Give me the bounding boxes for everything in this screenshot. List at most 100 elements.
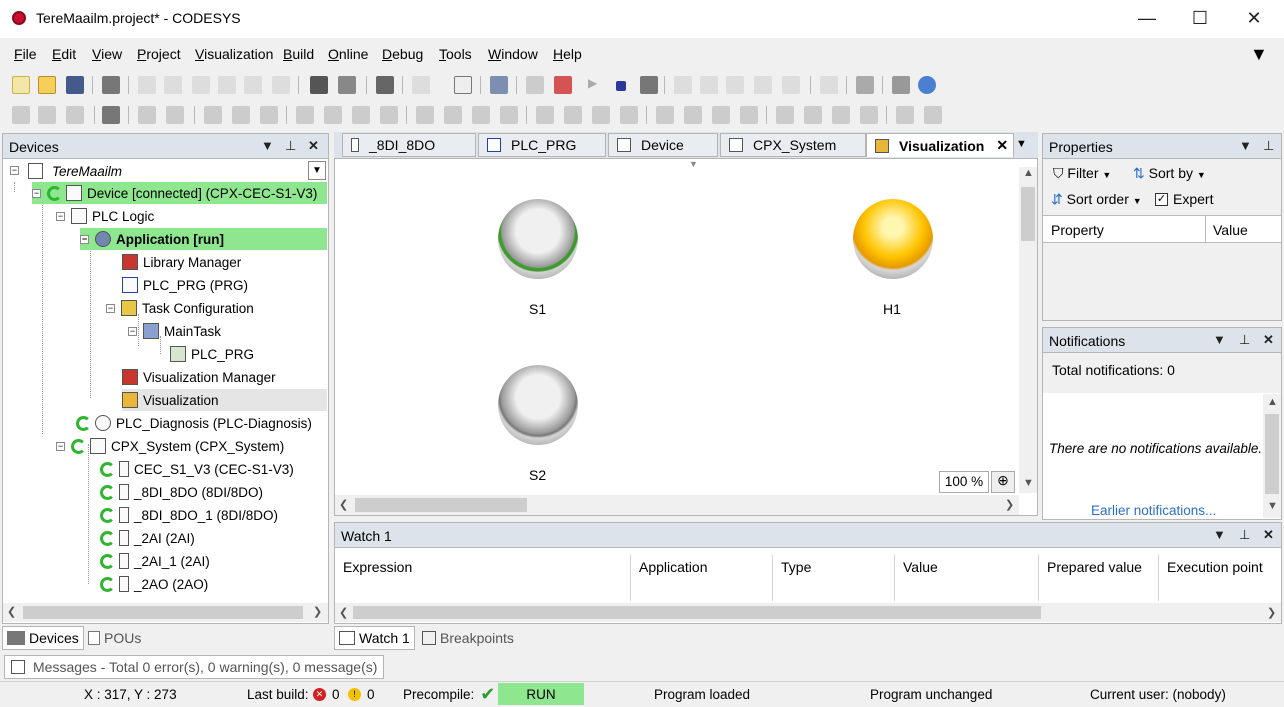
scroll-thumb[interactable] bbox=[1265, 414, 1279, 494]
frame-icon[interactable] bbox=[102, 106, 120, 124]
send-backward-icon[interactable] bbox=[860, 106, 878, 124]
tree-root-row[interactable]: − TereMaailm ▼ bbox=[4, 160, 327, 182]
save-icon[interactable] bbox=[66, 76, 84, 94]
menu-edit[interactable]: Edit bbox=[52, 46, 76, 62]
align-left-icon[interactable] bbox=[204, 106, 222, 124]
notifications-scrollbar[interactable]: ▲ ▼ bbox=[1263, 394, 1281, 518]
collapse-icon[interactable]: − bbox=[80, 234, 89, 244]
tree-item-device[interactable]: − Device [connected] (CPX-CEC-S1-V3) bbox=[32, 182, 327, 204]
step-into-icon[interactable] bbox=[700, 76, 718, 94]
tab-devices[interactable]: Devices bbox=[2, 626, 84, 650]
goto-icon[interactable] bbox=[820, 76, 838, 94]
panel-menu-icon[interactable]: ▼ bbox=[1213, 332, 1226, 347]
scroll-left-icon[interactable]: ❮ bbox=[339, 498, 348, 511]
collapse-icon[interactable]: − bbox=[32, 188, 41, 198]
minimize-button[interactable]: — bbox=[1136, 8, 1158, 30]
align-middle-icon[interactable] bbox=[324, 106, 342, 124]
panel-menu-icon[interactable]: ▼ bbox=[261, 138, 274, 153]
scroll-up-icon[interactable]: ▲ bbox=[1023, 167, 1034, 179]
devices-horizontal-scrollbar[interactable]: ❮ ❯ bbox=[3, 603, 328, 622]
run-to-cursor-icon[interactable] bbox=[754, 76, 772, 94]
force-values-icon[interactable] bbox=[856, 76, 874, 94]
tree-item-maintask[interactable]: − MainTask bbox=[128, 320, 221, 342]
tab-8di-8do[interactable]: _8DI_8DO bbox=[342, 133, 476, 157]
tree-item-visualization[interactable]: Visualization bbox=[122, 389, 327, 411]
align-icon[interactable] bbox=[12, 106, 30, 124]
tree-item-plc-prg-call[interactable]: PLC_PRG bbox=[170, 343, 254, 365]
zoom-level[interactable]: 100 % bbox=[939, 471, 989, 493]
expression-column-header[interactable]: Expression bbox=[335, 555, 631, 601]
step-over-icon[interactable] bbox=[674, 76, 692, 94]
tree-item-module[interactable]: _2AI_1 (2AI) bbox=[100, 550, 210, 572]
collapse-icon[interactable]: − bbox=[10, 166, 19, 175]
menu-project[interactable]: Project bbox=[137, 46, 181, 62]
s1-pushbutton[interactable] bbox=[498, 199, 578, 279]
value-column-header[interactable]: Value bbox=[1213, 222, 1248, 238]
funnel-icon[interactable]: ▼ bbox=[1250, 44, 1268, 65]
chevron-down-icon[interactable]: ▼ bbox=[308, 161, 326, 180]
menu-debug[interactable]: Debug bbox=[382, 46, 423, 62]
size-icon[interactable] bbox=[684, 106, 702, 124]
tree-item-plc-prg[interactable]: PLC_PRG (PRG) bbox=[122, 274, 248, 296]
watch-horizontal-scrollbar[interactable]: ❮ ❯ bbox=[335, 603, 1281, 622]
zoom-icon[interactable] bbox=[918, 76, 936, 94]
pin-icon[interactable]: ⊥ bbox=[1263, 138, 1274, 154]
bring-forward-icon[interactable] bbox=[832, 106, 850, 124]
breakpoint-icon[interactable] bbox=[782, 76, 800, 94]
center-icon[interactable] bbox=[380, 106, 398, 124]
scroll-thumb[interactable] bbox=[23, 606, 303, 619]
align-top-icon[interactable] bbox=[296, 106, 314, 124]
scroll-down-icon[interactable]: ▼ bbox=[1023, 477, 1034, 489]
distribute-icon[interactable] bbox=[444, 106, 462, 124]
close-window-button[interactable]: ✕ bbox=[1243, 8, 1265, 30]
prepared-value-column-header[interactable]: Prepared value bbox=[1039, 555, 1159, 601]
tree-item-task-configuration[interactable]: − Task Configuration bbox=[106, 297, 254, 319]
collapse-icon[interactable]: − bbox=[56, 441, 65, 451]
start-icon[interactable]: ▶ bbox=[588, 76, 606, 94]
login-icon[interactable] bbox=[526, 76, 544, 94]
scroll-thumb[interactable] bbox=[353, 606, 1041, 619]
collapse-icon[interactable]: − bbox=[56, 211, 65, 221]
scroll-up-icon[interactable]: ▲ bbox=[1267, 396, 1278, 408]
application-column-header[interactable]: Application bbox=[631, 555, 773, 601]
size-icon[interactable] bbox=[656, 106, 674, 124]
sort-by-button[interactable]: ⇅ Sort by ▼ bbox=[1133, 165, 1206, 182]
type-column-header[interactable]: Type bbox=[773, 555, 895, 601]
close-tab-icon[interactable]: ✕ bbox=[996, 137, 1008, 154]
property-column-header[interactable]: Property bbox=[1051, 222, 1104, 238]
tree-item-module[interactable]: _8DI_8DO_1 (8DI/8DO) bbox=[100, 504, 278, 526]
tab-visualization[interactable]: Visualization ✕ bbox=[866, 133, 1014, 157]
s2-pushbutton[interactable] bbox=[498, 365, 578, 445]
scroll-down-icon[interactable]: ▼ bbox=[1267, 500, 1278, 512]
canvas-horizontal-scrollbar[interactable]: ❮ ❯ bbox=[335, 495, 1019, 515]
copy-icon[interactable] bbox=[218, 76, 236, 94]
align-bottom-icon[interactable] bbox=[352, 106, 370, 124]
align-right-icon[interactable] bbox=[260, 106, 278, 124]
align-center-icon[interactable] bbox=[232, 106, 250, 124]
menu-help[interactable]: Help bbox=[553, 46, 582, 62]
redo-icon[interactable] bbox=[164, 76, 182, 94]
menu-tools[interactable]: Tools bbox=[439, 46, 472, 62]
bring-front-icon[interactable] bbox=[776, 106, 794, 124]
distribute-icon[interactable] bbox=[536, 106, 554, 124]
value-column-header[interactable]: Value bbox=[895, 555, 1039, 601]
delete-icon[interactable] bbox=[272, 76, 290, 94]
tree-item-application[interactable]: − Application [run] bbox=[80, 228, 327, 250]
scroll-right-icon[interactable]: ❯ bbox=[313, 605, 322, 618]
expert-checkbox[interactable]: ✓ Expert bbox=[1155, 191, 1213, 207]
tab-watch-1[interactable]: Watch 1 bbox=[334, 626, 415, 650]
pin-icon[interactable]: ⊥ bbox=[285, 138, 296, 154]
distribute-icon[interactable] bbox=[472, 106, 490, 124]
cut-icon[interactable] bbox=[192, 76, 210, 94]
tree-item-visualization-manager[interactable]: Visualization Manager bbox=[122, 366, 276, 388]
logout-icon[interactable] bbox=[554, 76, 572, 94]
tree-item-module[interactable]: CEC_S1_V3 (CEC-S1-V3) bbox=[100, 458, 294, 480]
distribute-icon[interactable] bbox=[416, 106, 434, 124]
execution-point-column-header[interactable]: Execution point bbox=[1159, 555, 1281, 601]
tree-item-module[interactable]: _8DI_8DO (8DI/8DO) bbox=[100, 481, 263, 503]
window-icon[interactable] bbox=[490, 76, 508, 94]
write-values-icon[interactable] bbox=[892, 76, 910, 94]
scroll-left-icon[interactable]: ❮ bbox=[339, 606, 348, 619]
distribute-icon[interactable] bbox=[620, 106, 638, 124]
stop-icon[interactable] bbox=[616, 81, 626, 91]
